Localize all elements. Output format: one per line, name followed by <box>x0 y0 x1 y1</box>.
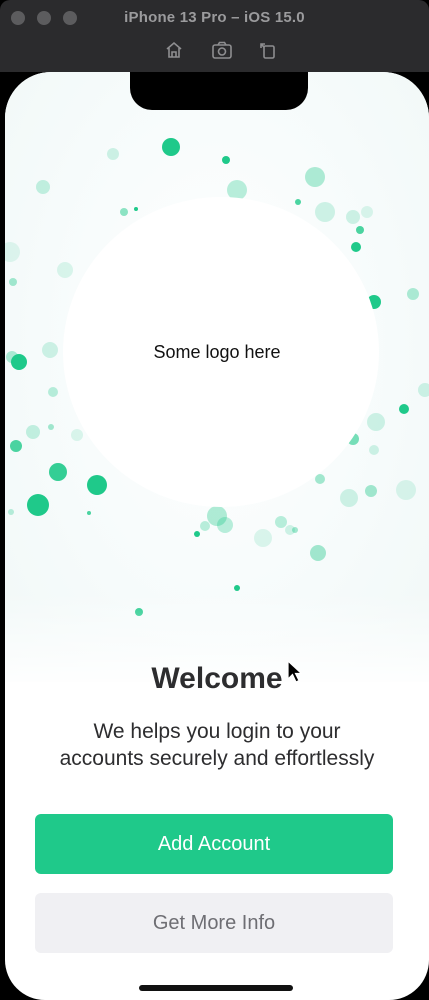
decorative-bubble <box>194 531 200 537</box>
decorative-bubble <box>222 156 230 164</box>
decorative-bubble <box>48 387 58 397</box>
decorative-bubble <box>275 516 287 528</box>
simulator-toolbar <box>0 38 429 62</box>
decorative-bubble <box>367 413 385 431</box>
subtitle-line-1: We helps you login to your <box>93 720 341 743</box>
mouse-cursor-icon <box>287 660 303 683</box>
app-display: Some logo here Welcome We helps you logi… <box>5 72 429 1000</box>
decorative-bubble <box>356 226 364 234</box>
decorative-bubble <box>87 511 91 515</box>
decorative-bubble <box>200 521 210 531</box>
decorative-bubble <box>315 474 325 484</box>
subtitle-line-2: accounts securely and effortlessly <box>59 747 375 770</box>
decorative-bubble <box>295 199 301 205</box>
home-indicator[interactable] <box>139 985 293 991</box>
decorative-bubble <box>162 138 180 156</box>
decorative-bubble <box>5 242 20 262</box>
window-title: iPhone 13 Pro – iOS 15.0 <box>124 9 305 26</box>
decorative-bubble <box>48 424 54 430</box>
decorative-bubble <box>305 167 325 187</box>
decorative-bubble <box>134 207 138 211</box>
decorative-bubble <box>346 210 360 224</box>
decorative-bubble <box>71 429 83 441</box>
decorative-bubble <box>399 404 409 414</box>
screenshot-icon[interactable] <box>210 38 234 62</box>
decorative-bubble <box>361 206 373 218</box>
decorative-bubble <box>351 242 361 252</box>
decorative-bubble <box>407 288 419 300</box>
hero-illustration: Some logo here <box>5 72 429 682</box>
decorative-bubble <box>310 545 326 561</box>
decorative-bubble <box>315 202 335 222</box>
decorative-bubble <box>340 489 358 507</box>
decorative-bubble <box>217 517 233 533</box>
decorative-bubble <box>369 445 379 455</box>
device-notch <box>130 72 308 110</box>
decorative-bubble <box>36 180 50 194</box>
decorative-bubble <box>26 425 40 439</box>
home-icon[interactable] <box>162 38 186 62</box>
device-screen: Some logo here Welcome We helps you logi… <box>0 72 429 1000</box>
get-more-info-button[interactable]: Get More Info <box>35 893 393 953</box>
decorative-bubble <box>27 494 49 516</box>
welcome-subtitle: We helps you login to your accounts secu… <box>25 718 409 772</box>
decorative-bubble <box>365 485 377 497</box>
decorative-bubble <box>87 475 107 495</box>
decorative-bubble <box>418 383 429 397</box>
decorative-bubble <box>49 463 67 481</box>
decorative-bubble <box>254 529 272 547</box>
welcome-title: Welcome <box>151 662 283 695</box>
rotate-icon[interactable] <box>256 38 280 62</box>
decorative-bubble <box>234 585 240 591</box>
decorative-bubble <box>107 148 119 160</box>
decorative-bubble <box>120 208 128 216</box>
add-account-button[interactable]: Add Account <box>35 814 393 874</box>
simulator-title-bar: iPhone 13 Pro – iOS 15.0 <box>0 0 429 72</box>
logo-placeholder: Some logo here <box>153 342 281 362</box>
decorative-bubble <box>57 262 73 278</box>
decorative-bubble <box>10 440 22 452</box>
decorative-bubble <box>9 278 17 286</box>
decorative-bubble <box>8 509 14 515</box>
decorative-bubble <box>396 480 416 500</box>
decorative-bubble <box>292 527 298 533</box>
